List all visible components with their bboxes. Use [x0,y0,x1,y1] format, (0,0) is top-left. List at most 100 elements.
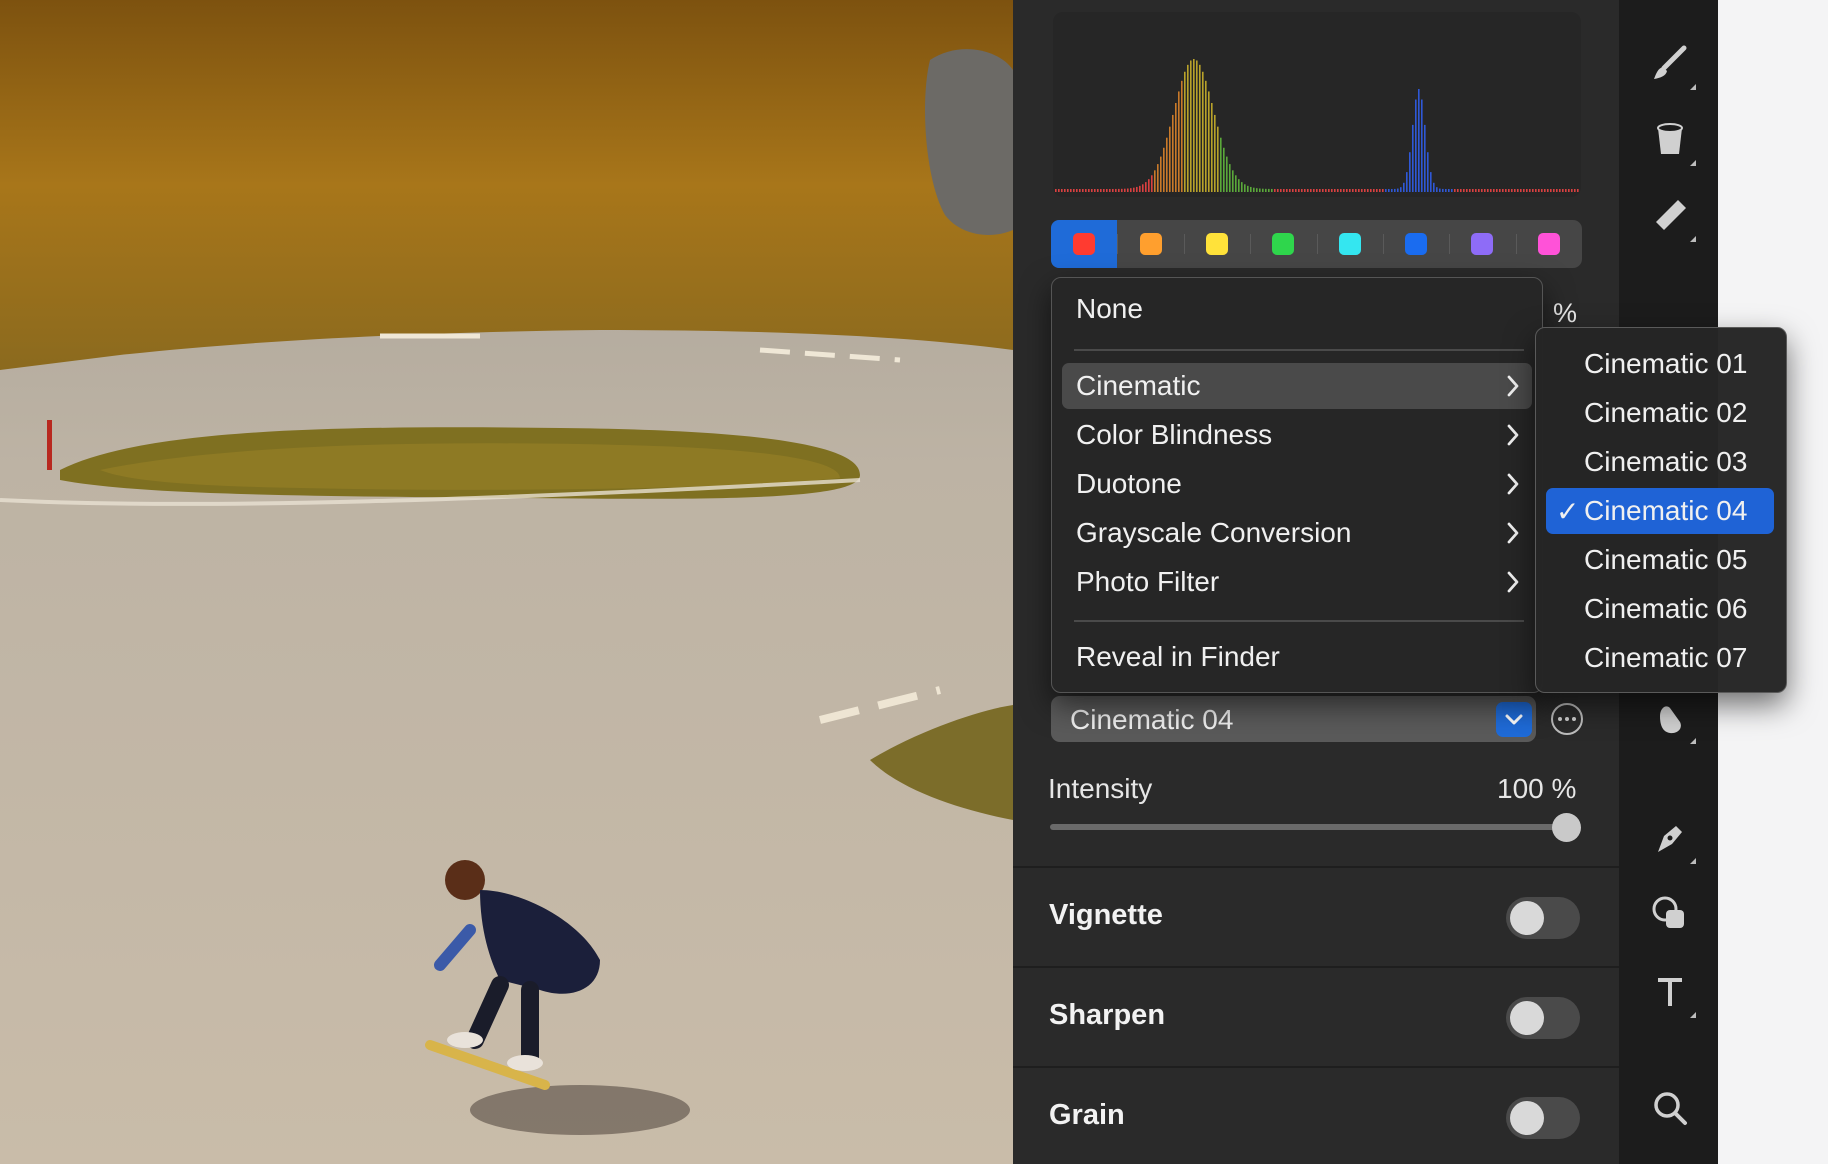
histogram-bar [1439,188,1441,192]
color-swatch[interactable] [1515,220,1582,268]
histogram-bar [1115,188,1117,192]
menu-item-none[interactable]: None [1062,286,1532,332]
histogram-bar [1079,188,1081,192]
menu-item-cinematic[interactable]: Cinematic [1062,363,1532,409]
grain-toggle[interactable] [1506,1097,1580,1139]
submenu-item-cinematic-02[interactable]: Cinematic 02 [1546,390,1774,436]
histogram-bar [1295,188,1297,192]
color-swatch[interactable] [1051,220,1118,268]
menu-item-grayscale-conversion[interactable]: Grayscale Conversion [1062,510,1532,556]
histogram-bar [1217,126,1219,192]
histogram-bar [1199,64,1201,192]
histogram-bar [1118,188,1120,192]
histogram-bar [1103,188,1105,192]
histogram-bar [1196,60,1198,193]
histogram-bar [1271,188,1273,192]
histogram-bar [1130,188,1132,192]
histogram-bar [1418,89,1420,192]
submenu-item-cinematic-06[interactable]: Cinematic 06 [1546,586,1774,632]
menu-item-photo-filter[interactable]: Photo Filter [1062,559,1532,605]
histogram-bar [1262,188,1264,192]
submenu-item-label: Cinematic 04 [1584,495,1748,526]
histogram-bar [1511,189,1513,192]
intensity-slider-track[interactable] [1050,824,1566,830]
histogram-bar [1406,172,1408,192]
histogram-bar [1124,188,1126,192]
color-swatch[interactable] [1316,220,1383,268]
brush-icon[interactable] [1644,38,1696,90]
histogram-bar [1553,189,1555,192]
histogram-bar [1415,99,1417,192]
color-swatch[interactable] [1250,220,1316,268]
histogram-bar [1298,188,1300,192]
histogram-bar [1460,189,1462,192]
histogram-bar [1145,182,1147,192]
histogram-bar [1577,189,1579,192]
menu-item-label: Cinematic [1076,370,1201,401]
color-swatch[interactable] [1449,220,1515,268]
photo-canvas[interactable] [0,0,1013,1164]
histogram-bar [1136,186,1138,192]
histogram-bar [1385,188,1387,192]
histogram-bar [1076,189,1078,192]
app-window: % Cinematic 04 Intensity 100 % Vignette … [0,0,1828,1164]
histogram-bar [1346,189,1348,192]
histogram-bar [1532,189,1534,192]
chevron-right-icon [1506,471,1520,503]
histogram-bar [1487,189,1489,192]
menu-item-label: Grayscale Conversion [1076,517,1352,548]
vignette-toggle[interactable] [1506,897,1580,939]
pen-icon[interactable] [1644,812,1696,864]
histogram-bar [1241,182,1243,192]
histogram-bar [1097,188,1099,192]
histogram-bar [1490,189,1492,192]
histogram-bar [1172,114,1174,192]
histogram-bar [1142,184,1144,192]
submenu-item-cinematic-01[interactable]: Cinematic 01 [1546,341,1774,387]
histogram-bar [1283,188,1285,192]
histogram-bar [1286,188,1288,192]
smudge-icon[interactable] [1644,692,1696,744]
lut-dropdown[interactable]: Cinematic 04 [1051,696,1536,742]
histogram-bar [1334,189,1336,192]
paint-bucket-icon[interactable] [1644,114,1696,166]
color-swatch-dot [1205,233,1228,255]
histogram-bar [1376,189,1378,192]
histogram-bar [1100,188,1102,192]
color-swatch[interactable] [1117,220,1183,268]
submenu-item-cinematic-04[interactable]: ✓ Cinematic 04 [1546,488,1774,534]
sharpen-toggle[interactable] [1506,997,1580,1039]
histogram-bar [1496,189,1498,192]
menu-item-reveal-in-finder[interactable]: Reveal in Finder [1062,634,1532,680]
text-icon[interactable] [1644,966,1696,1018]
histogram-bar [1304,188,1306,192]
histogram-bar [1127,188,1129,192]
submenu-item-cinematic-03[interactable]: Cinematic 03 [1546,439,1774,485]
submenu-item-label: Cinematic 07 [1584,642,1748,673]
submenu-item-cinematic-07[interactable]: Cinematic 07 [1546,635,1774,681]
more-options-icon[interactable] [1551,703,1583,735]
shapes-icon[interactable] [1644,888,1696,940]
submenu-item-cinematic-05[interactable]: Cinematic 05 [1546,537,1774,583]
color-swatch-bar[interactable] [1051,220,1582,268]
histogram-bar [1250,186,1252,192]
histogram-bar [1280,188,1282,192]
menu-item-color-blindness[interactable]: Color Blindness [1062,412,1532,458]
color-swatch[interactable] [1183,220,1250,268]
menu-item-duotone[interactable]: Duotone [1062,461,1532,507]
histogram-bar [1220,137,1222,192]
histogram-bar [1364,189,1366,192]
histogram-bar [1319,189,1321,192]
histogram-bar [1424,124,1426,192]
color-swatch[interactable] [1382,220,1449,268]
histogram-bar [1154,170,1156,192]
histogram-bar [1232,170,1234,192]
eraser-icon[interactable] [1644,190,1696,242]
color-swatch-dot [1338,233,1361,255]
intensity-slider-thumb[interactable] [1552,813,1581,842]
chevron-down-icon[interactable] [1496,702,1532,737]
histogram-bar [1247,185,1249,192]
histogram-bar [1349,189,1351,192]
histogram-bar [1559,189,1561,192]
search-icon[interactable] [1644,1082,1696,1134]
